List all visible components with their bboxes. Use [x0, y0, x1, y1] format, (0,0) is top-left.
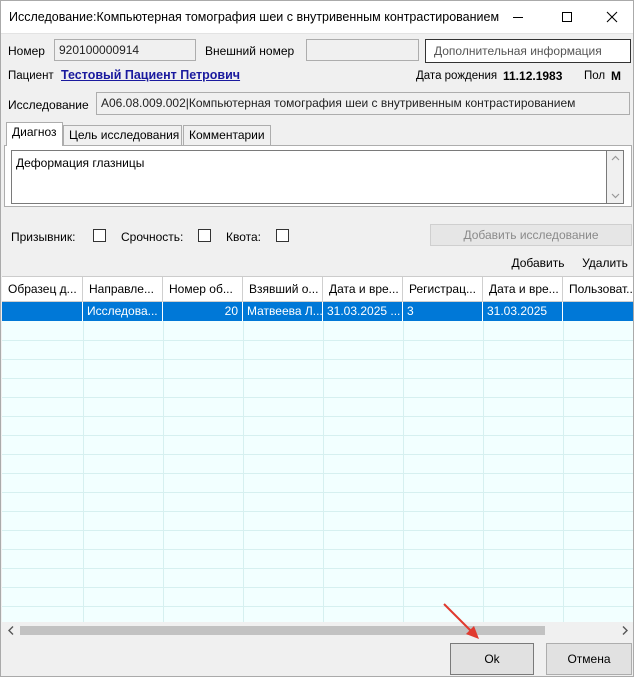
external-number-label: Внешний номер	[205, 44, 295, 58]
column-header[interactable]: Дата и вре...	[323, 277, 403, 302]
grid-line	[403, 321, 404, 622]
diagnosis-panel: Деформация глазницы	[4, 145, 632, 207]
tab-diagnosis[interactable]: Диагноз	[6, 122, 63, 146]
birthdate-label: Дата рождения	[416, 70, 498, 82]
column-header[interactable]: Взявший о...	[243, 277, 323, 302]
title-bar: Исследование:Компьютерная томография шеи…	[1, 1, 633, 34]
diagnosis-textarea[interactable]: Деформация глазницы	[11, 150, 607, 204]
grid-line	[563, 321, 564, 622]
grid-line	[2, 378, 633, 379]
number-field[interactable]: 920100000914	[54, 39, 196, 61]
additional-info-button[interactable]: Дополнительная информация	[425, 39, 631, 63]
grid-line	[323, 321, 324, 622]
grid-line	[2, 340, 633, 341]
cancel-button[interactable]: Отмена	[546, 643, 632, 675]
grid-line	[243, 321, 244, 622]
column-header[interactable]: Номер об...	[163, 277, 243, 302]
window-title: Исследование:Компьютерная томография шеи…	[9, 10, 499, 24]
tab-comments[interactable]: Комментарии	[183, 125, 271, 145]
grid-line	[2, 568, 633, 569]
table-header: Образец д... Направле... Номер об... Взя…	[2, 277, 633, 302]
number-label: Номер	[8, 44, 45, 58]
table-horizontal-scrollbar[interactable]	[2, 622, 633, 639]
scroll-left-icon	[8, 626, 14, 635]
study-field[interactable]: A06.08.009.002|Компьютерная томография ш…	[96, 92, 630, 115]
tab-diagnosis-label: Диагноз	[12, 125, 57, 139]
close-icon	[606, 11, 618, 23]
ok-button[interactable]: Ok	[450, 643, 534, 675]
urgency-checkbox[interactable]	[198, 229, 211, 242]
grid-line	[2, 606, 633, 607]
minimize-icon	[513, 17, 523, 18]
minimize-button[interactable]	[495, 1, 541, 33]
table-cell: 20	[163, 302, 243, 321]
table-cell: Исследова...	[83, 302, 163, 321]
conscript-label: Призывник:	[11, 230, 76, 244]
sex-value: М	[611, 69, 621, 83]
urgency-label: Срочность:	[121, 230, 184, 244]
samples-table: Образец д... Направле... Номер об... Взя…	[2, 276, 633, 622]
external-number-field[interactable]	[306, 39, 419, 61]
column-header[interactable]: Образец д...	[2, 277, 83, 302]
column-header[interactable]: Регистрац...	[403, 277, 483, 302]
sex-label: Пол	[584, 70, 606, 82]
patient-label: Пациент	[8, 70, 54, 82]
scroll-down-icon	[611, 193, 620, 199]
grid-line	[2, 549, 633, 550]
tab-study-goal[interactable]: Цель исследования	[63, 125, 182, 145]
table-row[interactable]: Исследова... 20 Матвеева Л... 31.03.2025…	[2, 302, 633, 321]
patient-name-link[interactable]: Тестовый Пациент Петрович	[61, 68, 240, 82]
quota-label: Квота:	[226, 230, 262, 244]
grid-line	[2, 587, 633, 588]
study-label: Исследование	[8, 98, 89, 112]
grid-line	[2, 511, 633, 512]
maximize-icon	[562, 12, 572, 22]
grid-line	[2, 435, 633, 436]
table-cell: 31.03.2025 ...	[323, 302, 403, 321]
column-header[interactable]: Направле...	[83, 277, 163, 302]
scroll-up-icon	[611, 155, 620, 161]
conscript-checkbox[interactable]	[93, 229, 106, 242]
quota-checkbox[interactable]	[276, 229, 289, 242]
grid-line	[2, 416, 633, 417]
grid-line	[2, 397, 633, 398]
table-cell: Матвеева Л...	[243, 302, 323, 321]
grid-line	[2, 492, 633, 493]
table-cell: 31.03.2025	[483, 302, 563, 321]
maximize-button[interactable]	[544, 1, 590, 33]
scroll-thumb[interactable]	[20, 626, 545, 635]
table-cell	[563, 302, 633, 321]
grid-line	[83, 321, 84, 622]
tab-study-goal-label: Цель исследования	[69, 128, 180, 142]
column-header[interactable]: Пользоват...	[563, 277, 633, 302]
scroll-right-icon	[622, 626, 628, 635]
grid-line	[163, 321, 164, 622]
diagnosis-scrollbar[interactable]	[607, 150, 624, 204]
grid-line	[483, 321, 484, 622]
grid-line	[2, 473, 633, 474]
grid-line	[2, 359, 633, 360]
add-button[interactable]: Добавить	[508, 253, 568, 273]
delete-button[interactable]: Удалить	[578, 253, 632, 273]
study-dialog: Исследование:Компьютерная томография шеи…	[0, 0, 634, 677]
add-study-button[interactable]: Добавить исследование	[430, 224, 632, 246]
table-cell: 3	[403, 302, 483, 321]
birthdate-value: 11.12.1983	[503, 69, 563, 83]
table-cell	[2, 302, 83, 321]
column-header[interactable]: Дата и вре...	[483, 277, 563, 302]
grid-line	[2, 530, 633, 531]
tab-comments-label: Комментарии	[189, 128, 265, 142]
close-button[interactable]	[589, 1, 633, 33]
grid-line	[2, 454, 633, 455]
